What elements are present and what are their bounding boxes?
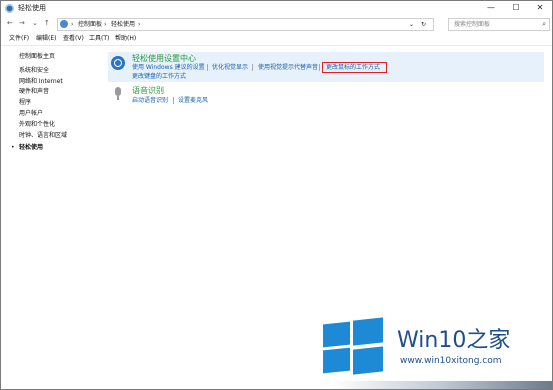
watermark-brand: Win10之家: [397, 328, 511, 353]
close-button[interactable]: ✕: [528, 1, 552, 15]
app-icon: [5, 4, 14, 13]
control-panel-icon: [60, 20, 68, 28]
active-bullet-icon: •: [11, 144, 15, 151]
category-title-ease-center[interactable]: 轻松使用设置中心: [132, 54, 196, 64]
address-bar-row: ← → ⌄ ↑ › 控制面板 › 轻松使用 › ⌄ ↻ 搜索控制面板 ⌕: [1, 16, 552, 31]
category-title-speech[interactable]: 语音识别: [132, 86, 164, 96]
link-start-speech[interactable]: 启动语音识别: [132, 97, 168, 105]
search-box[interactable]: 搜索控制面板 ⌕: [448, 18, 550, 31]
address-bar[interactable]: › 控制面板 › 轻松使用 › ⌄ ↻: [57, 18, 434, 31]
up-arrow-icon[interactable]: ↑: [44, 18, 50, 29]
ease-of-access-icon: [111, 56, 125, 70]
link-separator: [173, 97, 174, 104]
breadcrumb-ease-of-access[interactable]: 轻松使用: [111, 19, 135, 30]
sidebar-item-programs[interactable]: 程序: [19, 99, 31, 107]
menu-file[interactable]: 文件(F): [9, 33, 29, 44]
menu-bar: 文件(F) 编辑(E) 查看(V) 工具(T) 帮助(H): [1, 33, 552, 44]
address-dropdown-icon[interactable]: ⌄: [409, 19, 414, 30]
sidebar-item-hardware-sound[interactable]: 硬件和声音: [19, 88, 49, 96]
link-optimize-display[interactable]: 优化视觉显示: [212, 64, 248, 72]
sidebar-item-clock-language[interactable]: 时钟、语言和区域: [19, 132, 67, 140]
link-mouse-settings[interactable]: 更改鼠标的工作方式: [326, 64, 380, 72]
breadcrumb-control-panel[interactable]: 控制面板: [78, 19, 102, 30]
link-keyboard-settings[interactable]: 更改键盘的工作方式: [132, 73, 186, 81]
forward-arrow-icon[interactable]: →: [19, 18, 25, 29]
link-separator: [252, 64, 253, 71]
search-icon: ⌕: [542, 20, 546, 28]
link-separator: [319, 64, 320, 71]
history-dropdown-icon[interactable]: ⌄: [32, 18, 38, 29]
microphone-stand: [117, 96, 119, 100]
crumb-separator-icon: ›: [104, 21, 107, 28]
search-placeholder: 搜索控制面板: [454, 21, 491, 28]
link-separator: [207, 64, 208, 71]
crumb-separator-icon: ›: [71, 21, 74, 28]
sidebar-item-system-security[interactable]: 系统和安全: [19, 67, 49, 75]
link-visual-cues[interactable]: 使用视觉提示代替声音: [258, 64, 318, 72]
taskbar-edge: [1, 381, 552, 389]
maximize-button[interactable]: ☐: [504, 1, 528, 15]
window-title: 轻松使用: [18, 4, 46, 12]
title-bar: 轻松使用 — ☐ ✕: [1, 1, 552, 16]
back-arrow-icon[interactable]: ←: [7, 18, 13, 29]
menu-tools[interactable]: 工具(T): [89, 33, 109, 44]
menu-view[interactable]: 查看(V): [63, 33, 84, 44]
menu-help[interactable]: 帮助(H): [115, 33, 136, 44]
window: 轻松使用 — ☐ ✕ ← → ⌄ ↑ › 控制面板 › 轻松使用 › ⌄ ↻ 搜…: [0, 0, 553, 390]
microphone-icon: [115, 87, 121, 96]
sidebar-item-user-accounts[interactable]: 用户帐户: [19, 110, 43, 118]
sidebar-item-ease-of-access[interactable]: 轻松使用: [19, 144, 43, 152]
windows-logo-icon: [323, 317, 383, 375]
minimize-button[interactable]: —: [479, 1, 503, 15]
watermark-url: www.win10xitong.com: [400, 356, 502, 366]
sidebar-item-network[interactable]: 网络和 Internet: [19, 78, 63, 86]
crumb-separator-icon: ›: [138, 21, 141, 28]
sidebar-home-link[interactable]: 控制面板主页: [19, 51, 55, 60]
sidebar-item-appearance[interactable]: 外观和个性化: [19, 121, 55, 129]
link-setup-microphone[interactable]: 设置麦克风: [178, 97, 208, 105]
refresh-icon[interactable]: ↻: [421, 19, 426, 30]
link-recommended-settings[interactable]: 使用 Windows 建议的设置: [132, 64, 205, 72]
divider: [1, 45, 552, 46]
menu-edit[interactable]: 编辑(E): [36, 33, 56, 44]
